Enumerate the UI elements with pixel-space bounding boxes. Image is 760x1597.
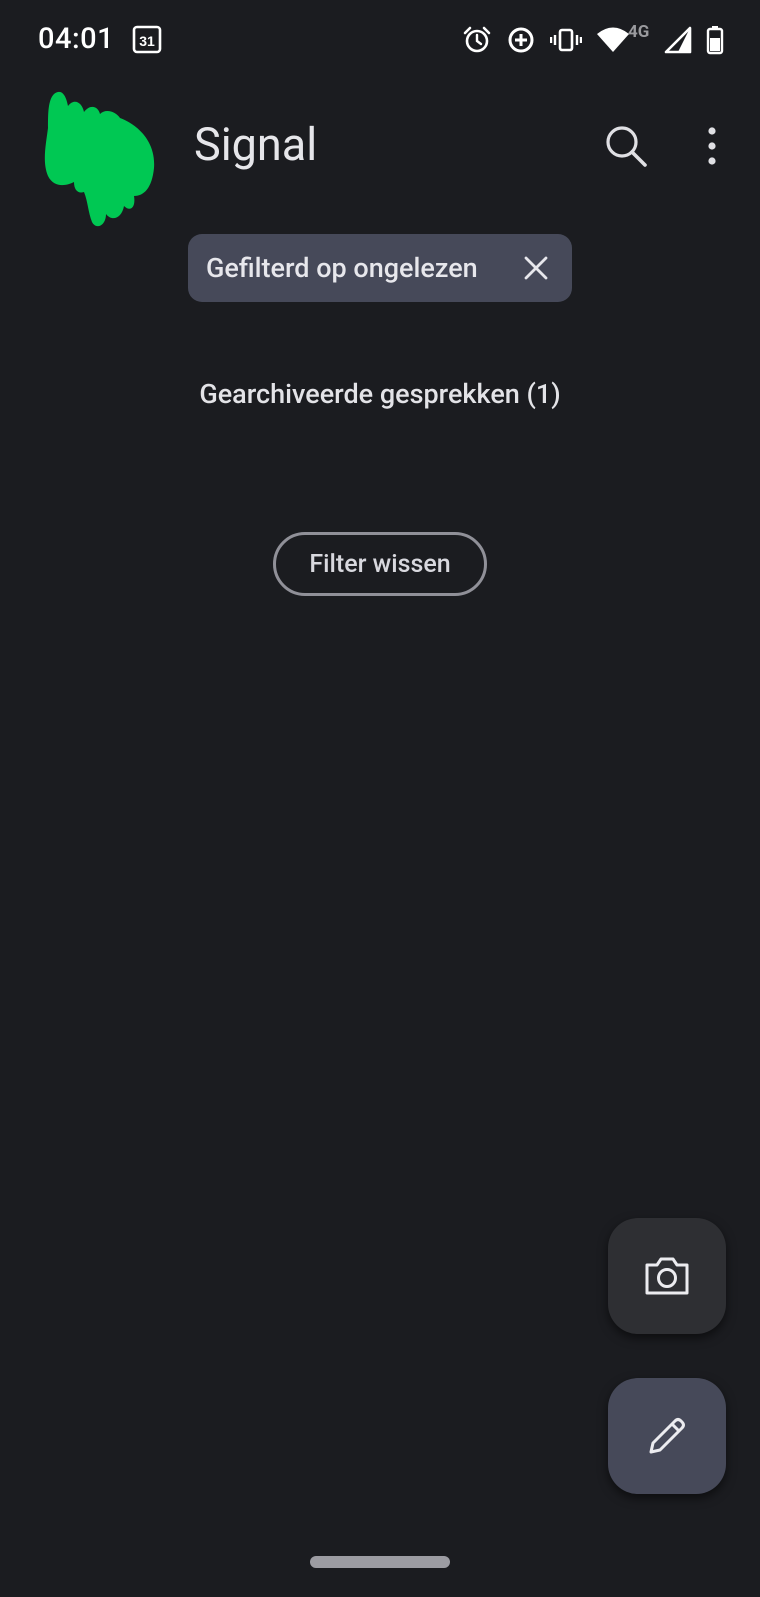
compose-button[interactable] [608, 1378, 726, 1494]
close-icon [524, 256, 548, 280]
camera-icon [645, 1257, 689, 1295]
filter-chip-label: Gefilterd op ongelezen [206, 252, 478, 284]
pencil-icon [649, 1418, 685, 1454]
battery-icon [706, 26, 724, 55]
search-button[interactable] [598, 118, 654, 174]
calendar-day: 31 [139, 33, 155, 49]
gesture-bar[interactable] [310, 1556, 450, 1568]
wifi-icon [597, 27, 629, 52]
status-time: 04:01 [38, 22, 115, 56]
filter-chip[interactable]: Gefilterd op ongelezen [188, 234, 572, 302]
archived-conversations-link[interactable]: Gearchiveerde gesprekken (1) [0, 378, 760, 410]
camera-button[interactable] [608, 1218, 726, 1334]
search-icon [606, 126, 647, 167]
avatar[interactable] [40, 84, 164, 232]
more-options-button[interactable] [692, 118, 732, 174]
alarm-icon [463, 26, 491, 53]
app-title: Signal [194, 118, 318, 171]
data-saver-icon [508, 27, 534, 53]
clear-filter-button[interactable]: Filter wissen [273, 532, 487, 596]
calendar-icon: 31 [132, 25, 162, 54]
status-bar: 04:01 31 4G [0, 0, 760, 80]
signal-icon [664, 26, 692, 54]
status-icons [462, 22, 724, 58]
more-vert-icon [708, 127, 716, 165]
chip-close-button[interactable] [520, 252, 552, 284]
vibrate-icon [550, 28, 582, 52]
